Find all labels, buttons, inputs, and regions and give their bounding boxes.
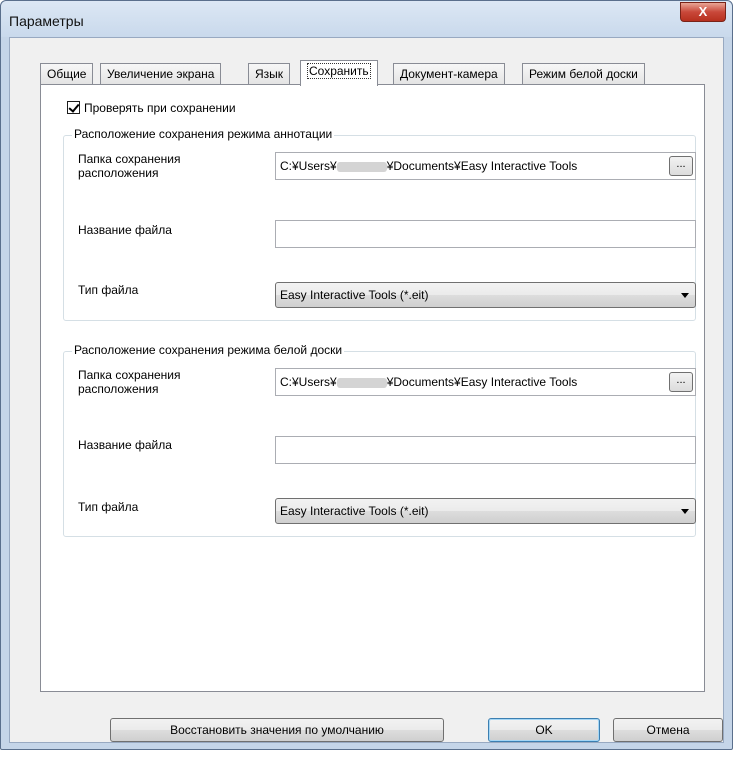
dialog-client-area: Общие Увеличение экрана Язык Сохранить Д… <box>9 37 724 743</box>
check-on-save-checkbox[interactable] <box>67 101 80 114</box>
tab-general[interactable]: Общие <box>40 63 94 85</box>
check-on-save-label: Проверять при сохранении <box>84 101 236 115</box>
tab-document-camera[interactable]: Документ-камера <box>393 63 505 85</box>
whiteboard-filetype-label: Тип файла <box>78 500 139 514</box>
annotation-filename-label: Название файла <box>78 223 172 237</box>
whiteboard-browse-button[interactable]: ... <box>669 372 693 392</box>
redacted-username <box>336 161 387 172</box>
chevron-down-icon <box>681 293 689 298</box>
chevron-down-icon <box>681 509 689 514</box>
ok-button[interactable]: OK <box>488 718 600 742</box>
annotation-folder-path[interactable]: C:¥Users¥ ¥Documents¥Easy Interactive Too… <box>275 152 696 180</box>
annotation-browse-button[interactable]: ... <box>669 156 693 176</box>
annotation-folder-label: Папка сохранения расположения <box>78 152 180 180</box>
check-on-save-row[interactable]: Проверять при сохранении <box>67 101 236 115</box>
tab-whiteboard-mode[interactable]: Режим белой доски <box>522 63 645 85</box>
redacted-username <box>336 377 387 388</box>
cancel-button[interactable]: Отмена <box>613 718 723 742</box>
tab-save-label: Сохранить <box>307 63 371 79</box>
save-tab-panel: Проверять при сохранении Расположение со… <box>40 84 705 692</box>
annotation-filetype-label: Тип файла <box>78 283 139 297</box>
annotation-filetype-value: Easy Interactive Tools (*.eit) <box>280 288 429 302</box>
whiteboard-filetype-select[interactable]: Easy Interactive Tools (*.eit) <box>275 498 696 524</box>
annotation-folder-label-line1: Папка сохранения <box>78 152 181 166</box>
tab-language[interactable]: Язык <box>248 63 291 85</box>
restore-defaults-button[interactable]: Восстановить значения по умолчанию <box>110 718 444 742</box>
annotation-filetype-select[interactable]: Easy Interactive Tools (*.eit) <box>275 282 696 308</box>
whiteboard-folder-label-line2: расположения <box>78 382 159 396</box>
whiteboard-folder-label: Папка сохранения расположения <box>78 368 180 396</box>
tab-screen-zoom[interactable]: Увеличение экрана <box>100 63 222 85</box>
whiteboard-filetype-value: Easy Interactive Tools (*.eit) <box>280 504 429 518</box>
annotation-path-prefix: C:¥Users¥ <box>280 159 337 173</box>
whiteboard-path-prefix: C:¥Users¥ <box>280 375 337 389</box>
whiteboard-path-suffix: ¥Documents¥Easy Interactive Tools <box>386 375 578 389</box>
whiteboard-group-title: Расположение сохранения режима белой дос… <box>72 343 345 357</box>
whiteboard-save-group: Расположение сохранения режима белой дос… <box>63 343 696 537</box>
annotation-save-group: Расположение сохранения режима аннотации… <box>63 127 696 321</box>
whiteboard-folder-label-line1: Папка сохранения <box>78 368 181 382</box>
annotation-folder-label-line2: расположения <box>78 166 159 180</box>
settings-dialog: Параметры X Общие Увеличение экрана Язык… <box>0 0 733 750</box>
annotation-group-title: Расположение сохранения режима аннотации <box>72 127 335 141</box>
whiteboard-filename-input[interactable] <box>275 436 696 464</box>
close-button[interactable]: X <box>680 2 726 22</box>
title-bar: Параметры X <box>1 1 732 37</box>
whiteboard-filename-label: Название файла <box>78 438 172 452</box>
whiteboard-folder-path[interactable]: C:¥Users¥ ¥Documents¥Easy Interactive Too… <box>275 368 696 396</box>
annotation-filename-input[interactable] <box>275 220 696 248</box>
window-title: Параметры <box>9 13 84 29</box>
annotation-path-suffix: ¥Documents¥Easy Interactive Tools <box>386 159 578 173</box>
tab-save[interactable]: Сохранить <box>300 60 378 86</box>
